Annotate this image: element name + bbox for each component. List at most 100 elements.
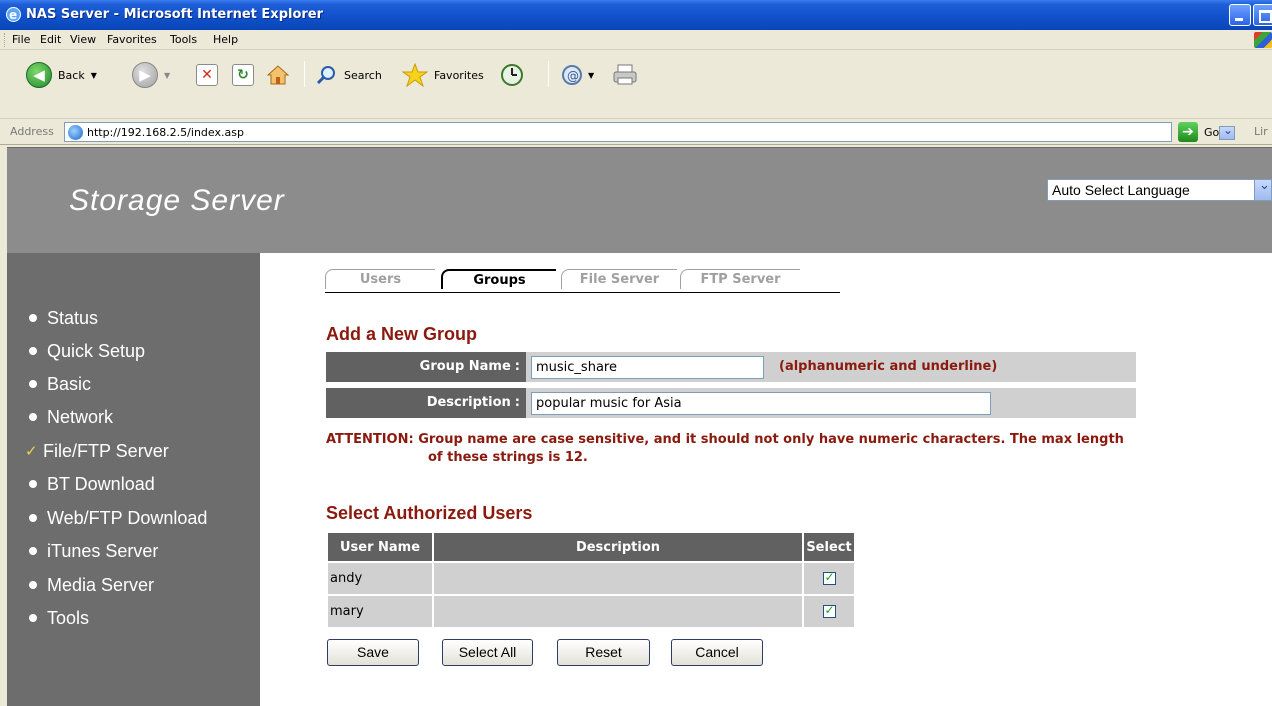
sidebar-item-label: Basic <box>47 373 92 394</box>
sidebar-item-label: File/FTP Server <box>43 440 169 461</box>
go-button[interactable]: ➔ Go <box>1178 122 1219 142</box>
save-button[interactable]: Save <box>327 639 419 666</box>
sidebar-item-label: iTunes Server <box>47 540 159 561</box>
sidebar-item-itunes-server[interactable]: iTunes Server <box>29 539 158 563</box>
mail-dropdown-icon[interactable]: ▼ <box>588 71 594 80</box>
sidebar-item-media-server[interactable]: Media Server <box>29 573 154 597</box>
history-button[interactable] <box>500 57 524 93</box>
column-header-user-name: User Name <box>328 533 432 561</box>
sidebar-item-status[interactable]: Status <box>29 306 98 330</box>
print-button[interactable] <box>612 57 638 93</box>
group-name-input[interactable]: music_share <box>531 356 764 379</box>
menu-view[interactable]: View <box>70 33 96 46</box>
restore-button[interactable] <box>1253 4 1272 26</box>
address-bar: Address http://192.168.2.5/index.asp ➔ G… <box>0 119 1272 145</box>
print-icon <box>613 64 637 85</box>
user-name-cell: andy <box>328 563 432 594</box>
tab-ftp-server[interactable]: FTP Server <box>680 269 800 289</box>
group-name-label: Group Name: <box>326 352 526 382</box>
bullet-icon <box>29 547 37 555</box>
tab-bar: Users Groups File Server FTP Server <box>325 269 840 293</box>
sidebar-item-network[interactable]: Network <box>29 405 113 429</box>
home-button[interactable] <box>266 57 290 93</box>
reset-button[interactable]: Reset <box>557 639 650 666</box>
web-page: Storage Server Auto Select Language Stat… <box>7 147 1272 706</box>
browser-toolbar: ◀ Back ▼ ▶ ▼ ✕ ↻ Search Favorites @ ▼ <box>0 51 1272 119</box>
window-title: NAS Server - Microsoft Internet Explorer <box>26 7 324 22</box>
stop-button[interactable]: ✕ <box>196 57 218 93</box>
svg-text:@: @ <box>567 69 579 83</box>
go-arrow-icon: ➔ <box>1178 122 1198 142</box>
chevron-down-icon[interactable] <box>1254 177 1271 200</box>
search-icon <box>316 66 335 85</box>
refresh-icon: ↻ <box>232 64 254 86</box>
sidebar-item-label: BT Download <box>47 473 155 494</box>
add-group-title: Add a New Group <box>326 324 478 344</box>
language-select[interactable]: Auto Select Language <box>1047 177 1272 201</box>
address-input[interactable]: http://192.168.2.5/index.asp <box>64 122 1235 142</box>
forward-button[interactable]: ▶ ▼ <box>132 57 170 93</box>
sidebar-item-quick-setup[interactable]: Quick Setup <box>29 339 145 363</box>
attention-line-1: ATTENTION: Group name are case sensitive… <box>326 432 1124 447</box>
search-button[interactable]: Search <box>316 57 382 93</box>
menu-help[interactable]: Help <box>213 33 238 46</box>
description-row: Description: popular music for Asia <box>326 388 1136 418</box>
address-label: Address <box>10 125 54 138</box>
menu-edit[interactable]: Edit <box>40 33 61 46</box>
back-button[interactable]: ◀ Back ▼ <box>26 57 97 93</box>
minimize-button[interactable] <box>1229 4 1251 26</box>
main-content: Users Groups File Server FTP Server Add … <box>260 253 1272 706</box>
history-icon <box>501 64 523 86</box>
attention-note: ATTENTION: Group name are case sensitive… <box>326 431 1226 467</box>
cancel-button[interactable]: Cancel <box>671 639 763 666</box>
tab-file-server[interactable]: File Server <box>561 269 677 289</box>
page-icon <box>68 125 83 140</box>
bullet-icon <box>29 614 37 622</box>
links-label[interactable]: Lir <box>1254 125 1268 138</box>
group-name-hint: (alphanumeric and underline) <box>779 359 998 374</box>
user-select-checkbox[interactable] <box>822 570 836 585</box>
menu-favorites[interactable]: Favorites <box>107 33 157 46</box>
sidebar-item-bt-download[interactable]: BT Download <box>29 472 155 496</box>
bullet-icon <box>29 514 37 522</box>
select-users-title: Select Authorized Users <box>326 503 533 523</box>
window-title-bar: e NAS Server - Microsoft Internet Explor… <box>0 0 1272 30</box>
select-all-button[interactable]: Select All <box>442 639 533 666</box>
stop-icon: ✕ <box>196 64 218 86</box>
colon: : <box>514 359 520 374</box>
column-header-select: Select <box>804 533 854 561</box>
address-dropdown-icon[interactable] <box>1219 123 1235 140</box>
mail-button[interactable]: @ ▼ <box>560 57 594 93</box>
table-row: andy <box>328 563 854 594</box>
svg-text:e: e <box>9 8 17 22</box>
menu-tools[interactable]: Tools <box>170 33 197 46</box>
internet-explorer-icon: e <box>6 7 21 22</box>
back-dropdown-icon[interactable]: ▼ <box>91 71 97 80</box>
description-input[interactable]: popular music for Asia <box>531 392 991 415</box>
user-name-cell: mary <box>328 596 432 627</box>
bullet-icon <box>29 380 37 388</box>
forward-dropdown-icon[interactable]: ▼ <box>164 71 170 80</box>
favorites-button[interactable]: Favorites <box>402 57 484 93</box>
sidebar-item-basic[interactable]: Basic <box>29 372 91 396</box>
tab-users[interactable]: Users <box>325 269 435 289</box>
group-name-row: Group Name: music_share (alphanumeric an… <box>326 352 1136 382</box>
user-select-checkbox[interactable] <box>822 603 836 618</box>
refresh-button[interactable]: ↻ <box>232 57 254 93</box>
sidebar-item-file-ftp-server[interactable]: ✓ File/FTP Server <box>25 439 169 463</box>
group-name-label-text: Group Name <box>419 359 511 374</box>
tab-groups[interactable]: Groups <box>441 269 556 289</box>
address-url: http://192.168.2.5/index.asp <box>87 126 244 139</box>
select-cell <box>804 596 854 627</box>
bullet-icon <box>29 480 37 488</box>
menu-file[interactable]: File <box>12 33 30 46</box>
sidebar-nav: Status Quick Setup Basic Network ✓ File/F… <box>7 253 260 706</box>
user-description-cell <box>434 563 802 594</box>
description-label: Description: <box>326 388 526 418</box>
search-label: Search <box>344 68 382 82</box>
menu-grip <box>4 33 7 47</box>
sidebar-item-web-ftp-download[interactable]: Web/FTP Download <box>29 506 207 530</box>
back-arrow-icon: ◀ <box>26 62 52 88</box>
table-header-row: User Name Description Select <box>328 533 854 561</box>
sidebar-item-tools[interactable]: Tools <box>29 606 89 630</box>
